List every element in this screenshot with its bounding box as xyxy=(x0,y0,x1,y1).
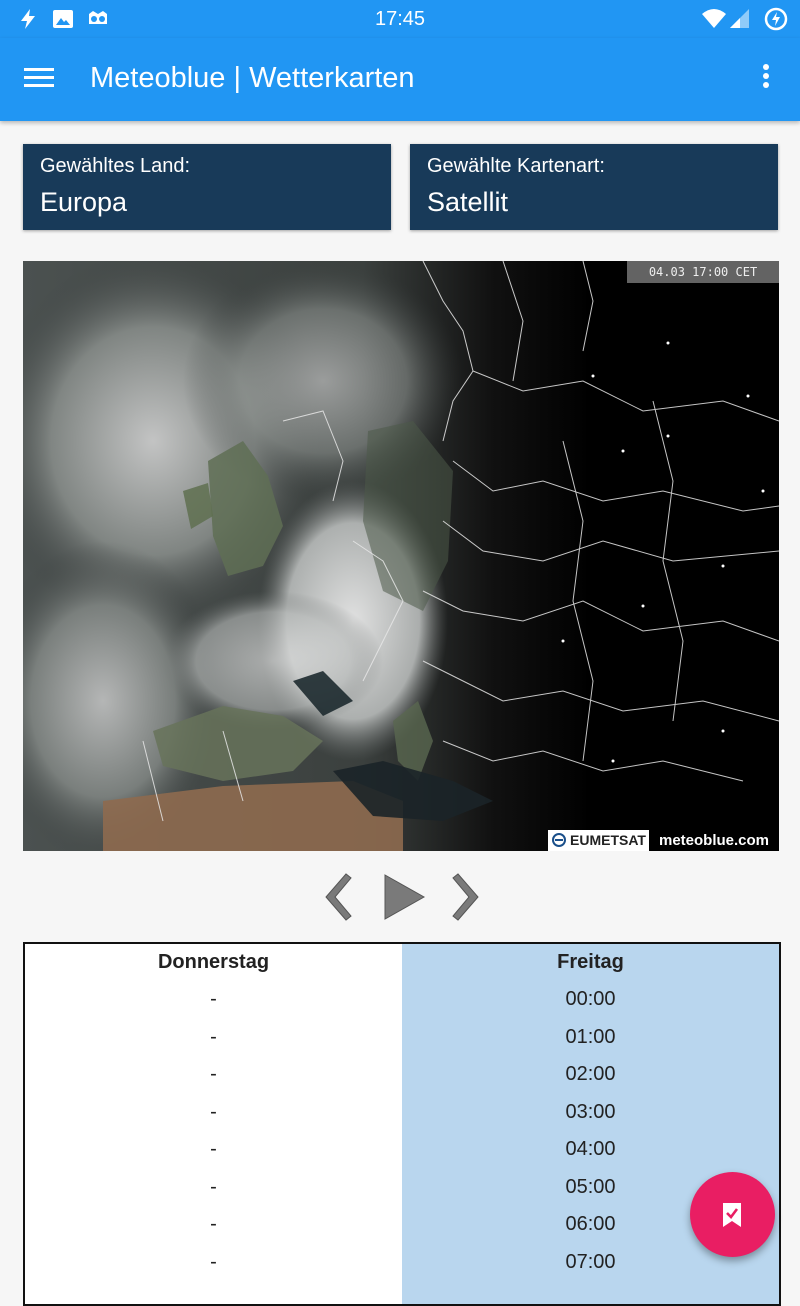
chevron-left-icon[interactable] xyxy=(318,870,354,924)
satellite-map[interactable]: 04.03 17:00 CET EUMETSAT meteoblue.com xyxy=(23,261,779,851)
table-cell[interactable]: 03:00 xyxy=(402,1094,779,1132)
signal-icon xyxy=(730,9,749,28)
page-title: Meteoblue | Wetterkarten xyxy=(90,62,415,94)
map-type-selector-label: Gewählte Kartenart: xyxy=(427,155,605,177)
meteoblue-credit: meteoblue.com xyxy=(649,830,779,851)
more-vert-icon[interactable] xyxy=(756,64,776,94)
table-cell[interactable]: - xyxy=(25,981,402,1019)
clock: 17:45 xyxy=(374,8,426,30)
table-cell[interactable]: - xyxy=(25,1206,402,1244)
table-cell[interactable]: 02:00 xyxy=(402,1056,779,1094)
eumetsat-credit-text: EUMETSAT xyxy=(570,832,646,848)
satellite-image xyxy=(23,261,779,851)
table-cell[interactable]: 00:00 xyxy=(402,981,779,1019)
eumetsat-credit: EUMETSAT xyxy=(548,830,650,851)
table-cell[interactable]: - xyxy=(25,1169,402,1207)
table-cell[interactable]: - xyxy=(25,1094,402,1132)
column-header: Freitag xyxy=(557,951,624,973)
table-cell[interactable]: 01:00 xyxy=(402,1019,779,1057)
battery-charging-icon xyxy=(764,7,788,31)
day-column-thursday: Donnerstag - - - - - - - - xyxy=(25,944,402,1304)
eumetsat-logo-icon xyxy=(552,833,566,847)
table-cell[interactable]: - xyxy=(25,1019,402,1057)
timestep-table: Donnerstag - - - - - - - - Freitag 00:00… xyxy=(23,942,781,1306)
table-cell[interactable]: - xyxy=(25,1244,402,1282)
country-selector[interactable]: Gewähltes Land: Europa xyxy=(23,144,391,230)
bookmark-check-icon xyxy=(723,1203,741,1227)
bookmark-fab-button[interactable] xyxy=(690,1172,775,1257)
play-icon[interactable] xyxy=(380,870,428,924)
table-cell[interactable]: 04:00 xyxy=(402,1131,779,1169)
app-bar: Meteoblue | Wetterkarten xyxy=(0,38,800,121)
chevron-right-icon[interactable] xyxy=(450,870,486,924)
map-type-selector[interactable]: Gewählte Kartenart: Satellit xyxy=(410,144,778,230)
column-header: Donnerstag xyxy=(157,951,270,973)
hamburger-menu-icon[interactable] xyxy=(24,64,60,94)
table-cell[interactable]: - xyxy=(25,1056,402,1094)
status-bar: 17:45 xyxy=(0,0,800,38)
country-selector-label: Gewähltes Land: xyxy=(40,155,191,177)
table-cell[interactable]: - xyxy=(25,1131,402,1169)
wifi-icon xyxy=(702,9,726,28)
country-selector-value: Europa xyxy=(40,187,128,217)
map-timestamp: 04.03 17:00 CET xyxy=(627,261,779,283)
map-type-selector-value: Satellit xyxy=(427,187,509,217)
